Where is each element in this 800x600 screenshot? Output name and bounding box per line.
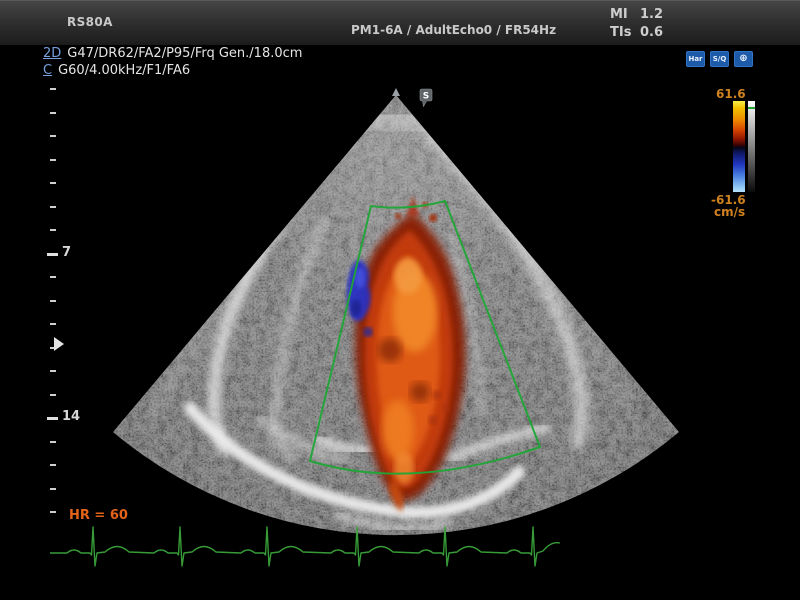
- ti-value: 0.6: [640, 25, 663, 43]
- velocity-scale-unit: cm/s: [714, 205, 745, 219]
- depth-label: 14: [62, 409, 80, 424]
- depth-tick: [50, 88, 56, 90]
- focus-depth-marker[interactable]: [54, 337, 64, 351]
- depth-tick: [50, 276, 56, 278]
- depth-tick: [50, 135, 56, 137]
- ti-label: TIs: [610, 25, 640, 43]
- orientation-letter: S: [423, 92, 429, 102]
- mi-label: MI: [610, 7, 640, 25]
- depth-tick: [50, 229, 56, 231]
- depth-tick: [50, 464, 56, 466]
- ultrasound-screen: S RS80A PM1-6A / AdultEcho0 / FR54Hz MI …: [0, 0, 800, 600]
- param-2d-values: G47/DR62/FA2/P95/Frq Gen./18.0cm: [67, 46, 302, 61]
- velocity-scale-max: 61.6: [716, 87, 746, 101]
- grayscale-bar: [748, 101, 755, 192]
- depth-tick: [50, 159, 56, 161]
- depth-tick: [50, 511, 56, 513]
- depth-tick: [47, 253, 58, 256]
- depth-label: 7: [62, 245, 71, 260]
- depth-tick: [47, 417, 58, 420]
- mode-icon-row: Har S/Q ⊕: [686, 51, 753, 67]
- depth-tick: [50, 206, 56, 208]
- mi-value: 1.2: [640, 7, 663, 25]
- ecg-trace: [50, 527, 560, 566]
- gain-marker: [748, 107, 755, 109]
- acoustic-output: MI 1.2 TIs 0.6: [610, 7, 663, 43]
- depth-tick: [50, 394, 56, 396]
- depth-tick: [50, 323, 56, 325]
- depth-tick: [50, 370, 56, 372]
- probe-apex-marker: [392, 88, 400, 96]
- depth-tick: [50, 488, 56, 490]
- depth-tick: [50, 300, 56, 302]
- focus-icon[interactable]: ⊕: [734, 51, 753, 67]
- orientation-badge: S: [420, 89, 432, 107]
- depth-tick: [50, 112, 56, 114]
- header-bar: RS80A PM1-6A / AdultEcho0 / FR54Hz MI 1.…: [0, 0, 800, 45]
- depth-tick: [50, 182, 56, 184]
- heart-rate-readout: HR = 60: [69, 508, 128, 523]
- apex-dot: [394, 97, 398, 101]
- harmonic-icon[interactable]: Har: [686, 51, 705, 67]
- probe-preset: PM1-6A / AdultEcho0 / FR54Hz: [351, 23, 556, 37]
- quickscan-icon[interactable]: S/Q: [710, 51, 729, 67]
- velocity-colorbar: [733, 101, 745, 192]
- depth-tick: [50, 441, 56, 443]
- sector-image: [0, 60, 800, 560]
